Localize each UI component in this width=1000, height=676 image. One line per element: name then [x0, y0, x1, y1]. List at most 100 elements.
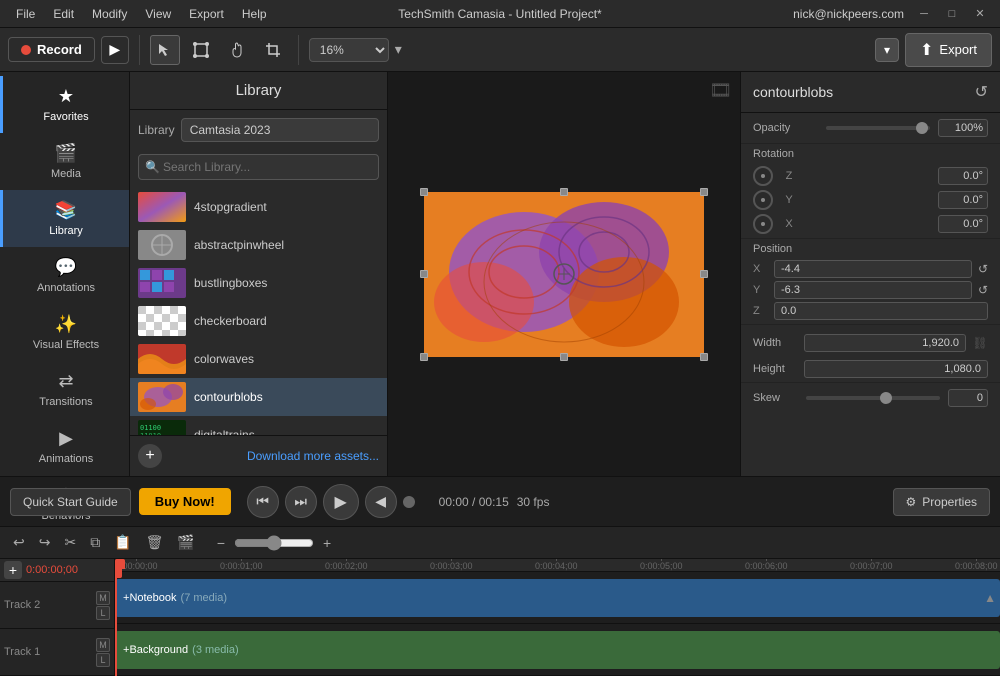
skew-slider[interactable]	[806, 396, 940, 400]
list-item[interactable]: contourblobs	[130, 378, 387, 416]
track-1-label: Track 1 M L	[0, 629, 114, 676]
lib-thumb	[138, 306, 186, 336]
position-y-field[interactable]	[774, 281, 972, 299]
close-button[interactable]: ✕	[968, 5, 992, 23]
position-x-reset[interactable]: ↺	[978, 262, 988, 276]
lib-item-name: digitaltrains	[194, 428, 255, 435]
position-y-reset[interactable]: ↺	[978, 283, 988, 297]
width-field[interactable]	[804, 334, 966, 352]
library-dropdown[interactable]: Camtasia 2023	[181, 118, 379, 142]
position-z-row: Z	[753, 302, 988, 320]
step-back-button[interactable]: ⏭	[285, 486, 317, 518]
list-item[interactable]: bustlingboxes	[130, 264, 387, 302]
list-item[interactable]: 01100 11010 00111 digitaltrains	[130, 416, 387, 435]
menu-edit[interactable]: Edit	[45, 5, 82, 23]
zoom-select[interactable]: 16% 25% 50% 100%	[309, 38, 389, 62]
rotation-x-axis: X	[779, 218, 799, 230]
sidebar-item-animations[interactable]: ▶ Animations	[0, 418, 129, 475]
sidebar-item-transitions[interactable]: ⇄ Transitions	[0, 361, 129, 418]
hand-tool-button[interactable]	[222, 35, 252, 65]
add-asset-button[interactable]: +	[138, 444, 162, 468]
prev-button[interactable]: ◀	[365, 486, 397, 518]
menu-view[interactable]: View	[137, 5, 179, 23]
zoom-dropdown-arrow[interactable]: ▾	[395, 41, 402, 58]
delete-button[interactable]: 🗑	[141, 531, 169, 554]
transform-tool-button[interactable]	[186, 35, 216, 65]
track-1-clip[interactable]: + Background (3 media)	[115, 631, 1000, 669]
link-dimensions-button[interactable]: ⛓	[972, 329, 988, 357]
list-item[interactable]: 4stopgradient	[130, 188, 387, 226]
height-field[interactable]	[804, 360, 988, 378]
maximize-button[interactable]: □	[940, 5, 964, 23]
track-2-lock[interactable]: L	[96, 606, 110, 620]
handle-bottom-right[interactable]	[700, 353, 708, 361]
export-arrow-button[interactable]: ▾	[875, 38, 899, 62]
paste-button[interactable]: 📋	[109, 531, 136, 554]
properties-reset-button[interactable]: ↺	[975, 82, 988, 102]
track-1-mute[interactable]: M	[96, 638, 110, 652]
track-2-mute[interactable]: M	[96, 591, 110, 605]
redo-button[interactable]: ↪	[34, 531, 56, 554]
search-input[interactable]	[138, 154, 379, 180]
rotation-x-dial[interactable]	[753, 214, 773, 234]
position-x-field[interactable]	[774, 260, 972, 278]
lib-thumb	[138, 268, 186, 298]
quick-start-button[interactable]: Quick Start Guide	[10, 488, 131, 516]
sidebar-item-annotations[interactable]: 💬 Annotations	[0, 247, 129, 304]
list-item[interactable]: checkerboard	[130, 302, 387, 340]
menu-help[interactable]: Help	[234, 5, 275, 23]
list-item[interactable]: colorwaves	[130, 340, 387, 378]
fps-display: 30 fps	[517, 495, 550, 509]
rotation-y-value[interactable]: 0.0°	[938, 191, 988, 209]
preview-canvas[interactable]	[424, 192, 704, 357]
zoom-in-button[interactable]: +	[318, 532, 336, 554]
export-button[interactable]: ⬆ Export	[905, 33, 992, 67]
rotation-z-value[interactable]: 0.0°	[938, 167, 988, 185]
forward-button[interactable]: ▶	[101, 36, 129, 64]
handle-top-middle[interactable]	[560, 188, 568, 196]
timeline-dot[interactable]	[403, 496, 415, 508]
sidebar-item-favorites[interactable]: ★ Favorites	[0, 76, 129, 133]
menu-file[interactable]: File	[8, 5, 43, 23]
cut-button[interactable]: ✂	[59, 531, 81, 554]
crop-tool-button[interactable]	[258, 35, 288, 65]
track-2-clip[interactable]: + Notebook (7 media)	[115, 579, 1000, 617]
handle-top-left[interactable]	[420, 188, 428, 196]
record-button[interactable]: Record	[8, 37, 95, 62]
properties-toggle-button[interactable]: ⚙ Properties	[893, 488, 990, 516]
list-item[interactable]: abstractpinwheel	[130, 226, 387, 264]
undo-button[interactable]: ↩	[8, 531, 30, 554]
sidebar-item-library[interactable]: 📚 Library	[0, 190, 129, 247]
rotation-x-value[interactable]: 0.0°	[938, 215, 988, 233]
menu-export[interactable]: Export	[181, 5, 232, 23]
opacity-value[interactable]: 100%	[938, 119, 988, 137]
sidebar-item-visual-effects[interactable]: ✨ Visual Effects	[0, 304, 129, 361]
handle-bottom-middle[interactable]	[560, 353, 568, 361]
select-tool-button[interactable]	[150, 35, 180, 65]
download-more-link[interactable]: Download more assets...	[247, 449, 379, 463]
zoom-out-button[interactable]: −	[212, 532, 230, 554]
copy-button[interactable]: ⧉	[85, 531, 105, 554]
sidebar-item-media[interactable]: 🎬 Media	[0, 133, 129, 190]
main-area: ★ Favorites 🎬 Media 📚 Library 💬 Annotati…	[0, 72, 1000, 476]
rotation-z-dial[interactable]	[753, 166, 773, 186]
rotation-y-dial[interactable]	[753, 190, 773, 210]
handle-bottom-left[interactable]	[420, 353, 428, 361]
add-track-button[interactable]: +	[4, 561, 22, 579]
buy-now-button[interactable]: Buy Now!	[139, 488, 231, 515]
timeline-tracks[interactable]: + Notebook (7 media) ▲ + Background (3 m…	[115, 572, 1000, 676]
play-button[interactable]: ▶	[323, 484, 359, 520]
track-1-lock[interactable]: L	[96, 653, 110, 667]
minimize-button[interactable]: ─	[912, 5, 936, 23]
handle-middle-left[interactable]	[420, 270, 428, 278]
video-clip-button[interactable]: 🎬	[172, 531, 199, 554]
position-z-field[interactable]	[774, 302, 988, 320]
zoom-range-slider[interactable]	[234, 535, 314, 551]
handle-top-right[interactable]	[700, 188, 708, 196]
menu-modify[interactable]: Modify	[84, 5, 135, 23]
skew-value[interactable]: 0	[948, 389, 988, 407]
handle-middle-right[interactable]	[700, 270, 708, 278]
track-2-expand[interactable]: ▲	[984, 591, 996, 605]
opacity-slider[interactable]	[826, 126, 930, 130]
go-to-start-button[interactable]: ⏮	[247, 486, 279, 518]
